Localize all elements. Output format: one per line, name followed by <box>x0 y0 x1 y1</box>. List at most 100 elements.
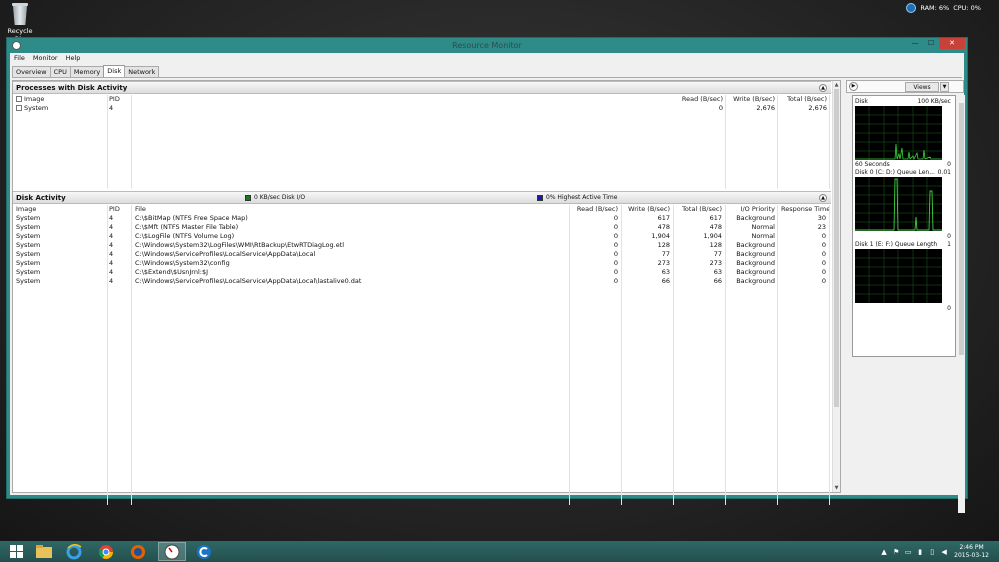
disk-graph-footer: 60 Seconds 0 <box>855 161 951 168</box>
battery-icon[interactable]: ▯ <box>928 548 936 556</box>
active-time-swatch <box>537 195 543 201</box>
row-pid: 4 <box>109 250 114 258</box>
row-response: 0 <box>821 232 826 240</box>
menu-monitor[interactable]: Monitor <box>33 53 58 64</box>
disk1-graph-min: 0 <box>947 305 951 312</box>
row-pid: 4 <box>109 214 114 222</box>
disk1-graph <box>855 249 942 303</box>
table-row[interactable]: System 4 C:\$BitMap (NTFS Free Space Map) 0… <box>13 214 831 223</box>
processes-header-row: Image PID Read (B/sec) Write (B/sec) Tot… <box>13 95 831 104</box>
row-priority: Background <box>736 268 775 276</box>
disk-graph-min: 0 <box>947 161 951 168</box>
menu-file[interactable]: File <box>14 53 25 64</box>
table-row[interactable]: System 4 C:\Windows\ServiceProfiles\LocalS… <box>13 277 831 286</box>
col-priority-header[interactable]: I/O Priority <box>713 205 775 214</box>
col-total-header[interactable]: Total (B/sec) <box>765 95 827 104</box>
col-pid-header[interactable]: PID <box>109 205 120 214</box>
process-image: System <box>16 104 48 113</box>
disk-activity-section-header[interactable]: Disk Activity 0 KB/sec Disk I/O 0% Highe… <box>13 191 831 204</box>
scroll-down-icon[interactable]: ▼ <box>833 484 840 492</box>
disk-graph-title: Disk <box>855 98 868 105</box>
chrome-button[interactable] <box>92 542 120 561</box>
collapse-processes-button[interactable]: ▲ <box>819 84 827 92</box>
row-file: C:\Windows\ServiceProfiles\LocalService\… <box>135 277 362 285</box>
row-pid: 4 <box>109 232 114 240</box>
col-file-header[interactable]: File <box>135 205 146 214</box>
main-scrollbar[interactable]: ▲ ▼ <box>832 81 840 492</box>
row-priority: Background <box>736 250 775 258</box>
tab-overview[interactable]: Overview <box>12 66 51 77</box>
scroll-thumb[interactable] <box>834 89 839 407</box>
row-image: System <box>16 277 41 285</box>
row-response: 0 <box>821 259 826 267</box>
file-explorer-button[interactable] <box>30 542 58 561</box>
row-pid: 4 <box>109 241 114 249</box>
row-priority: Background <box>736 259 775 267</box>
graph-toolbar: ▶ Views ▼ <box>846 80 964 93</box>
row-pid: 4 <box>109 277 114 285</box>
table-row[interactable]: System 4 C:\$LogFile (NTFS Volume Log) 0 1,9… <box>13 232 831 241</box>
col-image-header[interactable]: Image <box>16 205 36 214</box>
collapse-disk-activity-button[interactable]: ▲ <box>819 194 827 202</box>
firefox-button[interactable] <box>124 542 152 561</box>
clock[interactable]: 2:46 PM 2015-03-12 <box>954 544 989 560</box>
row-image: System <box>16 259 41 267</box>
views-button[interactable]: Views <box>905 82 939 92</box>
clock-date: 2015-03-12 <box>954 551 989 559</box>
tab-cpu[interactable]: CPU <box>49 66 71 77</box>
disk-graph-time: 60 Seconds <box>855 161 890 168</box>
processes-section-header[interactable]: Processes with Disk Activity ▲ <box>13 81 831 94</box>
app-icon[interactable] <box>12 41 21 50</box>
table-row[interactable]: System 4 0 2,676 2,676 <box>13 104 831 113</box>
col-response-header[interactable]: Response Time ... <box>781 205 829 214</box>
minimize-button[interactable]: — <box>907 38 923 49</box>
start-button[interactable] <box>2 542 30 561</box>
table-row[interactable]: System 4 C:\$Extend\$UsnJrnl:$J 0 63 63 Backgr… <box>13 268 831 277</box>
row-image: System <box>16 232 41 240</box>
process-checkbox[interactable] <box>16 105 22 111</box>
row-priority: Background <box>736 214 775 222</box>
close-button[interactable]: ✕ <box>939 38 965 49</box>
views-dropdown-icon[interactable]: ▼ <box>940 82 949 92</box>
table-row[interactable]: System 4 C:\$Mft (NTFS Master File Table) 0… <box>13 223 831 232</box>
row-response: 0 <box>821 241 826 249</box>
menu-help[interactable]: Help <box>66 53 81 64</box>
resource-monitor-taskbar-button[interactable] <box>158 542 186 561</box>
graph-scroll-thumb[interactable] <box>959 103 964 355</box>
show-hidden-icons-icon[interactable]: ▲ <box>880 548 888 556</box>
disk-activity-title: Disk Activity <box>16 194 66 202</box>
internet-explorer-button[interactable] <box>60 542 88 561</box>
row-file: C:\Windows\System32\config <box>135 259 230 267</box>
title-bar[interactable]: Resource Monitor — ☐ ✕ <box>7 38 967 53</box>
scroll-up-icon[interactable]: ▲ <box>833 81 840 89</box>
col-image-header[interactable]: Image <box>16 95 44 104</box>
windows-logo-icon <box>9 545 23 558</box>
resource-monitor-window: Resource Monitor — ☐ ✕ File Monitor Help… <box>6 37 968 513</box>
table-row[interactable]: System 4 C:\Windows\ServiceProfiles\LocalS… <box>13 250 831 259</box>
tab-network[interactable]: Network <box>124 66 160 77</box>
graph-scrollbar[interactable] <box>958 95 965 513</box>
table-row[interactable]: System 4 C:\Windows\System32\LogFiles\WMI\… <box>13 241 831 250</box>
network-icon[interactable]: ▮ <box>916 548 924 556</box>
select-all-checkbox[interactable] <box>16 96 22 102</box>
col-pid-header[interactable]: PID <box>109 95 120 104</box>
disk0-graph-min: 0 <box>947 233 951 240</box>
volume-icon[interactable]: ◀ <box>940 548 948 556</box>
row-image: System <box>16 250 41 258</box>
ccleaner-button[interactable] <box>190 542 218 561</box>
row-response: 30 <box>817 214 826 222</box>
disk0-graph-max: 0.01 <box>937 169 951 176</box>
row-response: 0 <box>821 268 826 276</box>
display-icon[interactable]: ▭ <box>904 548 912 556</box>
tab-memory[interactable]: Memory <box>69 66 105 77</box>
tab-disk[interactable]: Disk <box>103 65 126 77</box>
table-row[interactable]: System 4 C:\Windows\System32\config 0 273 273… <box>13 259 831 268</box>
disk-io-swatch <box>245 195 251 201</box>
disk-graph-max: 100 KB/sec <box>917 98 951 105</box>
row-priority: Background <box>736 241 775 249</box>
expand-graphs-icon[interactable]: ▶ <box>849 82 858 91</box>
row-file: C:\$LogFile (NTFS Volume Log) <box>135 232 235 240</box>
disk0-graph-title: Disk 0 (C: D:) Queue Len... <box>855 169 935 176</box>
maximize-button[interactable]: ☐ <box>923 38 939 49</box>
action-center-icon[interactable]: ⚑ <box>892 548 900 556</box>
